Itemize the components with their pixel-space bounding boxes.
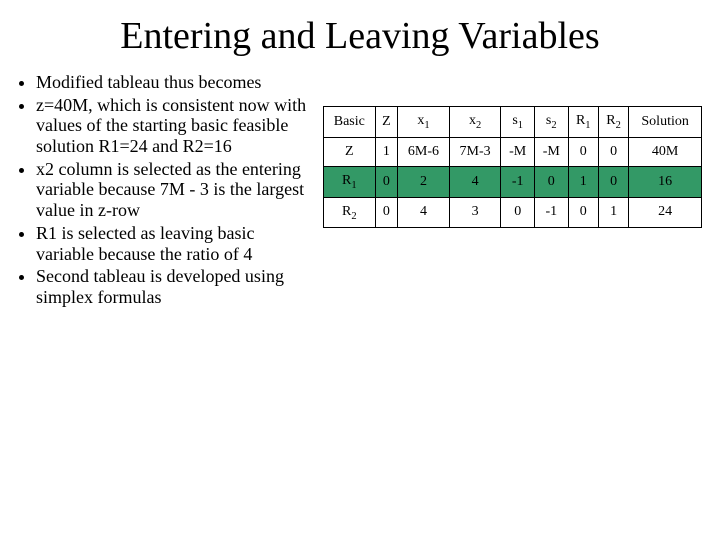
cell: R2 xyxy=(324,197,376,228)
cell: 0 xyxy=(568,137,598,166)
cell: 1 xyxy=(598,197,628,228)
cell: 0 xyxy=(375,197,398,228)
tableau-table: Basic Z x1 x2 s1 s2 R1 R2 Solution Z 1 6… xyxy=(323,106,702,228)
bullet-item: Second tableau is developed using simple… xyxy=(36,266,311,307)
col-r2: R2 xyxy=(598,107,628,138)
col-x2: x2 xyxy=(449,107,501,138)
cell: 0 xyxy=(598,166,628,197)
cell: 16 xyxy=(629,166,702,197)
cell: 4 xyxy=(449,166,501,197)
tableau-row-r2: R2 0 4 3 0 -1 0 1 24 xyxy=(324,197,702,228)
slide: Entering and Leaving Variables Modified … xyxy=(0,0,720,540)
cell: 1 xyxy=(568,166,598,197)
col-s1: s1 xyxy=(501,107,535,138)
cell: -1 xyxy=(501,166,535,197)
cell: Z xyxy=(324,137,376,166)
col-r1: R1 xyxy=(568,107,598,138)
cell: 3 xyxy=(449,197,501,228)
col-solution: Solution xyxy=(629,107,702,138)
bullet-item: R1 is selected as leaving basic variable… xyxy=(36,223,311,264)
cell: -1 xyxy=(534,197,568,228)
cell: 40M xyxy=(629,137,702,166)
cell: R1 xyxy=(324,166,376,197)
cell: 24 xyxy=(629,197,702,228)
bullet-item: z=40M, which is consistent now with valu… xyxy=(36,95,311,157)
col-x1: x1 xyxy=(398,107,450,138)
tableau-header-row: Basic Z x1 x2 s1 s2 R1 R2 Solution xyxy=(324,107,702,138)
cell: 0 xyxy=(501,197,535,228)
tableau-wrap: Basic Z x1 x2 s1 s2 R1 R2 Solution Z 1 6… xyxy=(323,72,702,228)
cell: 1 xyxy=(375,137,398,166)
tableau-row-r1: R1 0 2 4 -1 0 1 0 16 xyxy=(324,166,702,197)
col-s2: s2 xyxy=(534,107,568,138)
cell: -M xyxy=(534,137,568,166)
col-z: Z xyxy=(375,107,398,138)
bullet-list: Modified tableau thus becomes z=40M, whi… xyxy=(18,72,311,310)
col-basic: Basic xyxy=(324,107,376,138)
bullet-item: x2 column is selected as the entering va… xyxy=(36,159,311,221)
cell: 0 xyxy=(598,137,628,166)
cell: 4 xyxy=(398,197,450,228)
bullet-item: Modified tableau thus becomes xyxy=(36,72,311,93)
cell: 6M-6 xyxy=(398,137,450,166)
tableau-row-z: Z 1 6M-6 7M-3 -M -M 0 0 40M xyxy=(324,137,702,166)
cell: 0 xyxy=(534,166,568,197)
content-area: Modified tableau thus becomes z=40M, whi… xyxy=(18,72,702,310)
cell: -M xyxy=(501,137,535,166)
cell: 0 xyxy=(568,197,598,228)
cell: 7M-3 xyxy=(449,137,501,166)
cell: 0 xyxy=(375,166,398,197)
slide-title: Entering and Leaving Variables xyxy=(18,14,702,58)
cell: 2 xyxy=(398,166,450,197)
